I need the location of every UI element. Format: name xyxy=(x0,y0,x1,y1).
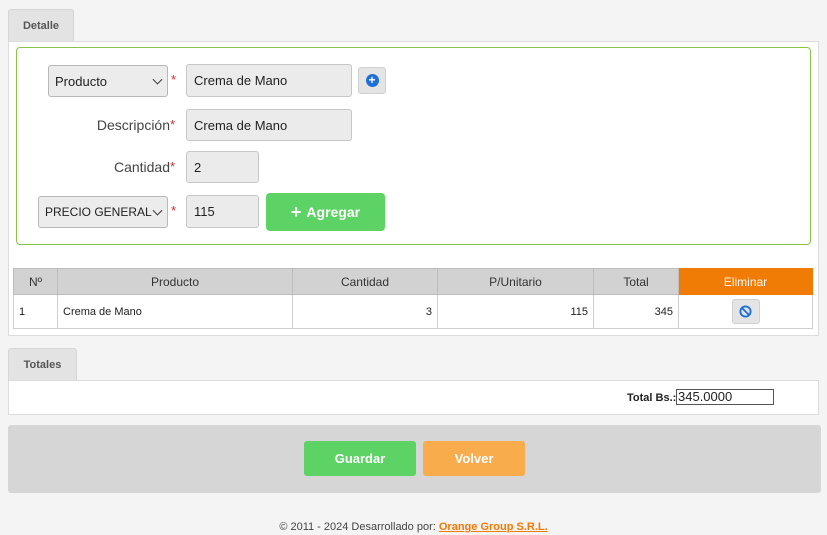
cell-quantity: 3 xyxy=(292,294,438,329)
required-mark: * xyxy=(170,159,176,174)
column-header-total: Total xyxy=(593,268,679,295)
footer-text: © 2011 - 2024 Desarrollado por: xyxy=(279,521,436,533)
plus-icon: + xyxy=(290,202,302,222)
description-input[interactable]: Crema de Mano xyxy=(186,109,352,141)
add-item-button[interactable]: + Agregar xyxy=(266,193,385,231)
description-label: Descripción xyxy=(96,117,170,133)
cell-number: 1 xyxy=(13,294,58,329)
total-input[interactable]: 345.0000 xyxy=(676,389,774,405)
chevron-down-icon xyxy=(152,205,163,216)
quantity-input[interactable]: 2 xyxy=(186,151,259,183)
required-mark: * xyxy=(171,203,177,218)
tab-totales[interactable]: Totales xyxy=(8,348,77,381)
column-header-delete: Eliminar xyxy=(678,268,813,295)
save-button[interactable]: Guardar xyxy=(304,441,416,476)
price-type-select[interactable]: PRECIO GENERAL xyxy=(38,196,168,228)
product-input[interactable]: Crema de Mano xyxy=(186,64,352,97)
cell-product: Crema de Mano xyxy=(57,294,293,329)
price-input[interactable]: 115 xyxy=(186,195,259,228)
tab-detalle[interactable]: Detalle xyxy=(8,9,74,42)
column-header-unit-price: P/Unitario xyxy=(437,268,594,295)
add-product-button[interactable]: + xyxy=(358,67,386,94)
plus-circle-icon: + xyxy=(365,74,379,87)
total-label: Total Bs.: xyxy=(627,392,677,404)
column-header-quantity: Cantidad xyxy=(292,268,438,295)
quantity-label: Cantidad xyxy=(113,159,170,175)
company-link[interactable]: Orange Group S.R.L. xyxy=(439,521,548,533)
table-header-row: Nº Producto Cantidad P/Unitario Total El… xyxy=(13,268,813,295)
cell-total: 345 xyxy=(593,294,679,329)
required-mark: * xyxy=(170,117,176,132)
items-table: Nº Producto Cantidad P/Unitario Total El… xyxy=(13,268,813,329)
required-mark: * xyxy=(171,72,177,87)
cell-delete xyxy=(678,294,813,329)
cell-unit-price: 115 xyxy=(437,294,594,329)
back-button[interactable]: Volver xyxy=(423,441,525,476)
delete-row-button[interactable] xyxy=(731,299,760,324)
footer: © 2011 - 2024 Desarrollado por: Orange G… xyxy=(0,521,827,533)
chevron-down-icon xyxy=(152,74,163,85)
column-header-number: Nº xyxy=(13,268,58,295)
column-header-product: Producto xyxy=(57,268,293,295)
table-row: 1 Crema de Mano 3 115 345 xyxy=(13,294,813,329)
ban-icon xyxy=(739,305,752,318)
product-type-select[interactable]: Producto xyxy=(48,65,168,97)
